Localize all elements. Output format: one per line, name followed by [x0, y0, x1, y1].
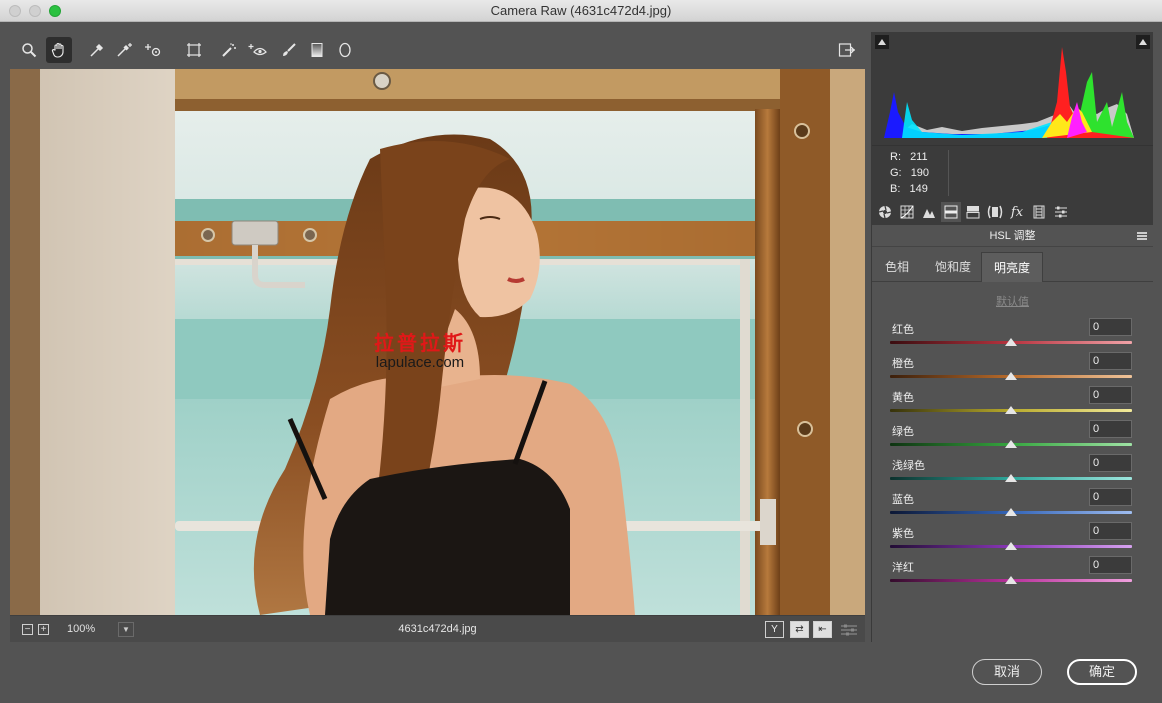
- hsl-tab-icon[interactable]: [941, 202, 961, 222]
- status-bar: − + 100% ▼ 4631c472d4.jpg Y ⇄ ⇤: [10, 615, 865, 642]
- tab-hue[interactable]: 色相: [876, 252, 918, 282]
- preview-preferences-icon[interactable]: [836, 617, 862, 643]
- hsl-subtabs: 色相 饱和度 明亮度: [872, 252, 1153, 282]
- tone-curve-tab-icon[interactable]: [897, 202, 917, 222]
- section-title: HSL 调整: [872, 225, 1153, 247]
- swap-settings-button[interactable]: ⇄: [790, 621, 809, 638]
- camera-raw-window: Camera Raw (4631c472d4.jpg) 拉普拉斯 lapulac…: [0, 0, 1162, 703]
- slider-thumb[interactable]: [1005, 406, 1017, 414]
- blue-readout: B: 149: [890, 183, 928, 195]
- panel-tabs: fx: [872, 199, 1153, 225]
- watermark: 拉普拉斯 lapulace.com: [365, 327, 475, 371]
- slider-value-input[interactable]: 0: [1089, 386, 1132, 404]
- hand-icon[interactable]: [46, 37, 72, 63]
- tab-luminance[interactable]: 明亮度: [981, 252, 1043, 282]
- detail-tab-icon[interactable]: [919, 202, 939, 222]
- slider-value-input[interactable]: 0: [1089, 318, 1132, 336]
- slider-label: 红色: [892, 324, 914, 336]
- targeted-adjustment-icon[interactable]: [141, 37, 167, 63]
- slider-label: 黄色: [892, 392, 914, 404]
- slider-label: 浅绿色: [892, 460, 925, 472]
- watermark-cn: 拉普拉斯: [374, 331, 466, 355]
- slider-thumb[interactable]: [1005, 440, 1017, 448]
- rgb-readout: R: 211 G: 190 B: 149: [872, 145, 1153, 199]
- window-title: Camera Raw (4631c472d4.jpg): [490, 3, 672, 18]
- slider-label: 橙色: [892, 358, 914, 370]
- histogram-graph: [884, 47, 1134, 138]
- spot-removal-icon[interactable]: [216, 37, 242, 63]
- radial-filter-icon[interactable]: [332, 37, 358, 63]
- basic-tab-icon[interactable]: [875, 202, 895, 222]
- preview-toggle-button[interactable]: Y: [765, 621, 784, 638]
- adjustment-panel: R: 211 G: 190 B: 149 fx HSL 调整 色相 饱和度 明亮…: [871, 32, 1153, 642]
- adjustment-brush-icon[interactable]: [276, 37, 302, 63]
- slider-row: 红色 0: [890, 318, 1135, 352]
- slider-thumb[interactable]: [1005, 372, 1017, 380]
- export-icon[interactable]: [834, 37, 860, 63]
- copy-settings-button[interactable]: ⇤: [813, 621, 832, 638]
- presets-tab-icon[interactable]: [1051, 202, 1071, 222]
- split-toning-tab-icon[interactable]: [963, 202, 983, 222]
- slider-label: 洋红: [892, 562, 914, 574]
- watermark-url: lapulace.com: [375, 354, 465, 371]
- file-name: 4631c472d4.jpg: [398, 623, 477, 635]
- slider-value-input[interactable]: 0: [1089, 420, 1132, 438]
- slider-thumb[interactable]: [1005, 338, 1017, 346]
- slider-row: 浅绿色 0: [890, 454, 1135, 488]
- graduated-filter-icon[interactable]: [304, 37, 330, 63]
- tab-saturation[interactable]: 饱和度: [928, 252, 978, 282]
- ok-button[interactable]: 确定: [1067, 659, 1137, 685]
- slider-row: 橙色 0: [890, 352, 1135, 386]
- green-readout: G: 190: [890, 167, 930, 179]
- effects-tab-icon[interactable]: fx: [1007, 202, 1027, 222]
- slider-row: 洋红 0: [890, 556, 1135, 590]
- slider-label: 紫色: [892, 528, 914, 540]
- histogram: [872, 32, 1153, 145]
- slider-value-input[interactable]: 0: [1089, 556, 1132, 574]
- cancel-button[interactable]: 取消: [972, 659, 1042, 685]
- slider-thumb[interactable]: [1005, 576, 1017, 584]
- red-eye-icon[interactable]: [245, 37, 271, 63]
- color-sampler-icon[interactable]: [112, 37, 138, 63]
- slider-value-input[interactable]: 0: [1089, 454, 1132, 472]
- slider-row: 紫色 0: [890, 522, 1135, 556]
- slider-row: 绿色 0: [890, 420, 1135, 454]
- lens-corrections-tab-icon[interactable]: [985, 202, 1005, 222]
- slider-row: 蓝色 0: [890, 488, 1135, 522]
- white-balance-icon[interactable]: [84, 37, 110, 63]
- red-readout: R: 211: [890, 151, 928, 163]
- slider-value-input[interactable]: 0: [1089, 488, 1132, 506]
- slider-thumb[interactable]: [1005, 508, 1017, 516]
- slider-row: 黄色 0: [890, 386, 1135, 420]
- camera-calibration-tab-icon[interactable]: [1029, 202, 1049, 222]
- slider-thumb[interactable]: [1005, 474, 1017, 482]
- tool-bar: [10, 33, 865, 69]
- slider-value-input[interactable]: 0: [1089, 352, 1132, 370]
- slider-label: 绿色: [892, 426, 914, 438]
- default-link[interactable]: 默认值: [872, 293, 1153, 309]
- transform-icon[interactable]: [181, 37, 207, 63]
- title-bar: Camera Raw (4631c472d4.jpg): [0, 0, 1162, 22]
- panel-menu-icon[interactable]: [1137, 232, 1147, 240]
- slider-thumb[interactable]: [1005, 542, 1017, 550]
- zoom-icon[interactable]: [16, 37, 42, 63]
- image-preview[interactable]: 拉普拉斯 lapulace.com: [10, 69, 865, 615]
- slider-label: 蓝色: [892, 494, 914, 506]
- slider-value-input[interactable]: 0: [1089, 522, 1132, 540]
